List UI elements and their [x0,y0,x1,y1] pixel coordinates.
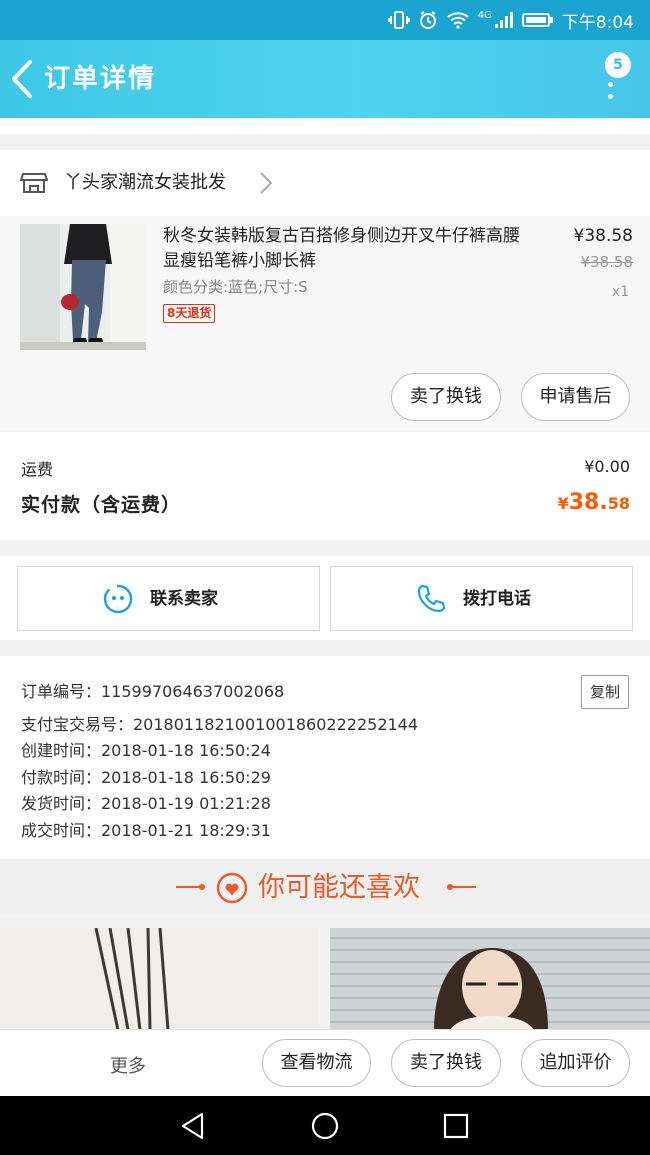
shop-row[interactable]: 丫头家潮流女装批发 [0,150,650,216]
paid-currency: ¥ [557,494,569,513]
paid-decimal: 58 [607,494,630,513]
more-menu-button[interactable]: 5 [596,48,642,112]
totals-section: 运费 ¥0.00 实付款（含运费） ¥38.58 [0,432,650,540]
more-dots-icon [608,82,614,106]
recommend-item-image[interactable] [0,928,319,1030]
phone-icon [417,584,446,613]
nav-recents-icon[interactable] [443,1113,469,1139]
order-number: 订单编号：115997064637002068 [21,682,285,701]
nav-back-icon[interactable] [178,1111,208,1141]
shop-name: 丫头家潮流女装批发 [64,172,226,193]
vibrate-icon [387,11,410,29]
shop-icon [20,173,48,193]
copy-button[interactable]: 复制 [581,675,629,709]
heart-icon [216,872,248,904]
clock: 下午8:04 [561,12,634,33]
network-type: 4G [477,9,492,21]
recommend-header: 你可能还喜欢 [0,862,650,914]
resell-button[interactable]: 卖了换钱 [391,373,501,421]
add-review-button[interactable]: 追加评价 [521,1039,630,1087]
product-image[interactable] [20,224,146,350]
divider-right-icon [447,884,476,890]
product-title[interactable]: 秋冬女装韩版复古百搭修身侧边开叉牛仔裤高腰显瘦铅笔裤小脚长裤 [163,224,533,274]
paid-integer: 38. [568,490,608,515]
message-badge: 5 [605,52,631,78]
shipping-label: 运费 [21,460,54,479]
chat-face-icon [103,584,133,614]
chevron-left-icon [12,60,32,98]
status-icons: 4G 下午8:04 [387,8,634,33]
signal-icon [494,12,513,28]
call-phone-button[interactable]: 拨打电话 [330,566,633,631]
product-spec: 颜色分类:蓝色;尺寸:S [163,278,308,296]
shipped-time: 发货时间：2018-01-19 01:21:28 [21,794,271,813]
battery-icon [521,13,553,27]
view-logistics-button[interactable]: 查看物流 [262,1039,371,1087]
product-quantity: x1 [611,284,629,300]
status-bar: 4G 下午8:04 [0,0,650,40]
created-time: 创建时间：2018-01-18 16:50:24 [21,741,271,760]
wifi-icon [447,12,469,29]
product-original-price: ¥38.58 [580,253,634,271]
order-info: 订单编号：115997064637002068 复制 支付宝交易号：201801… [0,656,650,859]
completed-time: 成交时间：2018-01-21 18:29:31 [21,821,271,840]
more-button[interactable]: 更多 [110,1052,146,1078]
system-nav-bar [0,1096,650,1155]
product-card[interactable]: 秋冬女装韩版复古百搭修身侧边开叉牛仔裤高腰显瘦铅笔裤小脚长裤 颜色分类:蓝色;尺… [0,216,650,430]
shipping-value: ¥0.00 [584,457,630,476]
header: 订单详情 5 [0,40,650,118]
contact-seller-label: 联系卖家 [150,589,218,609]
contact-seller-button[interactable]: 联系卖家 [17,566,320,631]
recommend-title: 你可能还喜欢 [258,872,420,903]
paid-time: 付款时间：2018-01-18 16:50:29 [21,768,271,787]
divider-left-icon [176,884,205,890]
back-button[interactable] [8,58,42,100]
alarm-icon [419,11,436,29]
recommend-item-image[interactable] [330,928,650,1030]
paid-label: 实付款（含运费） [21,494,182,516]
product-price: ¥38.58 [573,226,633,246]
page-title: 订单详情 [44,64,157,94]
after-sale-button[interactable]: 申请售后 [521,373,630,421]
paid-amount: ¥38.58 [558,490,630,515]
alipay-trade-number: 支付宝交易号：2018011821001001860222252144 [21,715,419,734]
chevron-right-icon [260,172,273,194]
nav-home-icon[interactable] [310,1111,340,1141]
bottom-action-bar: 更多 查看物流 卖了换钱 追加评价 [0,1029,650,1097]
contact-section: 联系卖家 拨打电话 [0,556,650,640]
resell-button-bottom[interactable]: 卖了换钱 [391,1039,501,1087]
return-policy-badge: 8天退货 [163,304,216,323]
call-phone-label: 拨打电话 [463,589,531,609]
header-spacer [0,118,650,134]
